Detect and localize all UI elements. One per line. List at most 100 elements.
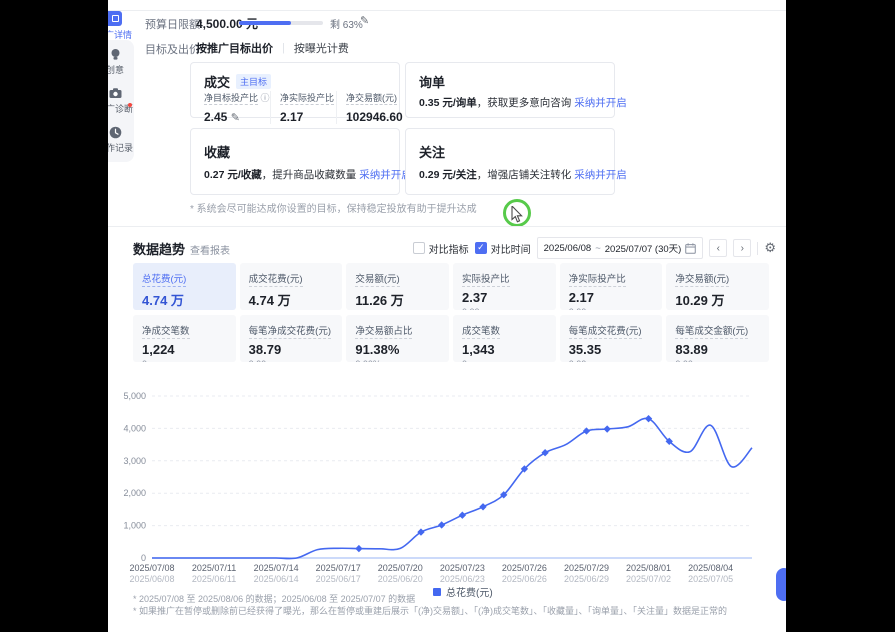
svg-text:2025/08/04: 2025/08/04 [688,563,733,573]
tile-label: 每笔成交金额(元) [675,323,748,339]
svg-text:2025/06/26: 2025/06/26 [502,574,547,584]
tile-value: 11.26 万 [355,290,440,309]
metric-tile[interactable]: 交易额(元)11.26 万0.00 [346,263,449,310]
goal-label: 目标及出价: [145,41,203,57]
compare-time-checkbox[interactable] [475,242,487,254]
sidebar-item-history[interactable]: 操作记录 [108,126,134,154]
tile-value: 2.17 [569,290,654,305]
metric-tile[interactable]: 每笔净成交花费(元)38.790.00 [240,315,343,362]
tab-impression-bid[interactable]: 按曝光计费 [294,40,349,56]
metric-tile[interactable]: 净成交笔数1,2240 [133,315,236,362]
primary-goal-badge: 主目标 [236,74,271,89]
budget-progress-fill [239,21,291,25]
svg-text:2025/06/20: 2025/06/20 [378,574,423,584]
trend-title: 数据趋势 [133,239,185,258]
metric-tile[interactable]: 净交易额(元)10.29 万0.00 [666,263,769,310]
gear-icon[interactable]: ⚙ [764,240,776,256]
tile-value: 1,224 [142,342,227,357]
date-range-picker[interactable]: 2025/06/08 ~ 2025/07/07 (30天) [537,237,704,259]
svg-text:2025/07/20: 2025/07/20 [378,563,423,573]
tile-sub: 0.00% [355,359,440,362]
svg-text:2025/06/08: 2025/06/08 [129,574,174,584]
svg-text:1,000: 1,000 [123,521,146,531]
tile-value: 10.29 万 [675,290,760,309]
trend-controls: 对比指标 对比时间 2025/06/08 ~ 2025/07/07 (30天) … [413,237,776,259]
svg-text:3,000: 3,000 [123,456,146,466]
card-inquiry-title: 询单 [419,72,445,91]
tile-label: 净交易额占比 [355,323,412,339]
main-panel: 推广详情 创意 推广诊断 操作记录 预算日限额: 4,500.00 元 [108,0,786,632]
svg-text:2025/07/11: 2025/07/11 [192,563,236,573]
adopt-enable-link[interactable]: 采纳并开启 [574,97,627,109]
tile-label: 交易额(元) [355,271,399,287]
metric-tile[interactable]: 每笔成交金额(元)83.890.00 [666,315,769,362]
cursor-icon [511,206,524,223]
metric-net-gmv: 净交易额(元) 102946.60 [336,91,411,124]
calendar-icon [685,243,696,254]
card-follow-title: 关注 [419,142,445,161]
metric-tile[interactable]: 成交花费(元)4.74 万0.00 [240,263,343,310]
tile-label: 每笔成交花费(元) [569,323,642,339]
svg-text:4,000: 4,000 [123,423,146,433]
compare-time-toggle[interactable]: 对比时间 [475,241,531,256]
compare-metric-checkbox[interactable] [413,242,425,254]
metric-actual-roi: 净实际投产比 2.17 [270,91,336,124]
svg-text:2025/06/23: 2025/06/23 [440,574,485,584]
view-report-link[interactable]: 查看报表 [190,242,230,257]
tile-label: 成交笔数 [462,323,500,339]
adopt-enable-link[interactable]: 采纳并开启 [359,169,412,181]
top-divider [108,10,786,11]
metric-tile[interactable]: 净交易额占比 91.38% 0.00% [346,315,449,362]
adopt-enable-link[interactable]: 采纳并开启 [574,169,627,181]
floating-side-button[interactable] [776,568,786,601]
budget-progress[interactable] [239,21,323,25]
budget-edit-icon[interactable]: ✎ [360,14,369,27]
tile-label: 实际投产比 [462,271,510,287]
tile-label: 每笔净成交花费(元) [249,323,331,339]
tile-sub: 0.00 [569,307,654,310]
tile-sub: 0 [462,359,547,362]
tile-sub: 0.00 [462,307,547,310]
roi-edit-icon[interactable]: ✎ [231,112,240,124]
budget-label: 预算日限额: [145,16,203,32]
tile-label: 总花费(元) [142,271,186,287]
chart-legend[interactable]: 总花费(元) [433,584,493,599]
goal-note: * 系统会尽可能达成你设置的目标，保持稳定投放有助于提升达成 [190,200,477,215]
bulb-icon [109,48,122,61]
svg-text:2025/08/01: 2025/08/01 [626,563,671,573]
metric-tile[interactable]: 净实际投产比2.170.00 [560,263,663,310]
sidebar-item-diagnosis[interactable]: 推广诊断 [108,87,134,115]
tile-value: 4.74 万 [142,290,227,309]
metric-tile[interactable]: 总花费(元)4.74 万0.00 [133,263,236,310]
section-divider [108,226,786,227]
info-icon[interactable]: ⓘ [261,93,270,103]
camera-icon [109,87,122,100]
svg-text:2025/07/08: 2025/07/08 [129,563,174,573]
metric-tile[interactable]: 每笔成交花费(元)35.350.00 [560,315,663,362]
tab-goal-bid[interactable]: 按推广目标出价 [196,40,273,56]
tile-value: 35.35 [569,342,654,357]
svg-text:2025/07/14: 2025/07/14 [254,563,299,573]
prev-period-button[interactable]: ‹ [709,239,727,257]
card-favorite-title: 收藏 [204,142,230,161]
svg-text:5,000: 5,000 [123,391,146,401]
goal-tabs: 按推广目标出价 | 按曝光计费 [196,40,349,56]
screen: 推广详情 创意 推广诊断 操作记录 预算日限额: 4,500.00 元 [0,0,895,632]
clock-icon [109,126,122,139]
svg-text:2025/06/17: 2025/06/17 [316,574,361,584]
detail-icon [112,15,119,22]
footnote-2: * 如果推广在暂停或删除前已经获得了曝光，那么在暂停或重建后展示「(净)交易额」… [133,604,727,617]
svg-text:2025/07/17: 2025/07/17 [316,563,361,573]
tile-value: 38.79 [249,342,334,357]
svg-text:2025/07/29: 2025/07/29 [564,563,609,573]
sidebar-item-detail[interactable] [108,11,122,26]
metric-tile[interactable]: 实际投产比2.370.00 [453,263,556,310]
svg-text:2,000: 2,000 [123,488,146,498]
next-period-button[interactable]: › [733,239,751,257]
tile-value: 91.38% [355,342,440,357]
compare-metric-toggle[interactable]: 对比指标 [413,241,469,256]
metric-tile[interactable]: 成交笔数 1,343 0 [453,315,556,362]
tile-value: 1,343 [462,342,547,357]
tile-label: 成交花费(元) [249,271,303,287]
sidebar-item-creative[interactable]: 创意 [108,48,134,76]
